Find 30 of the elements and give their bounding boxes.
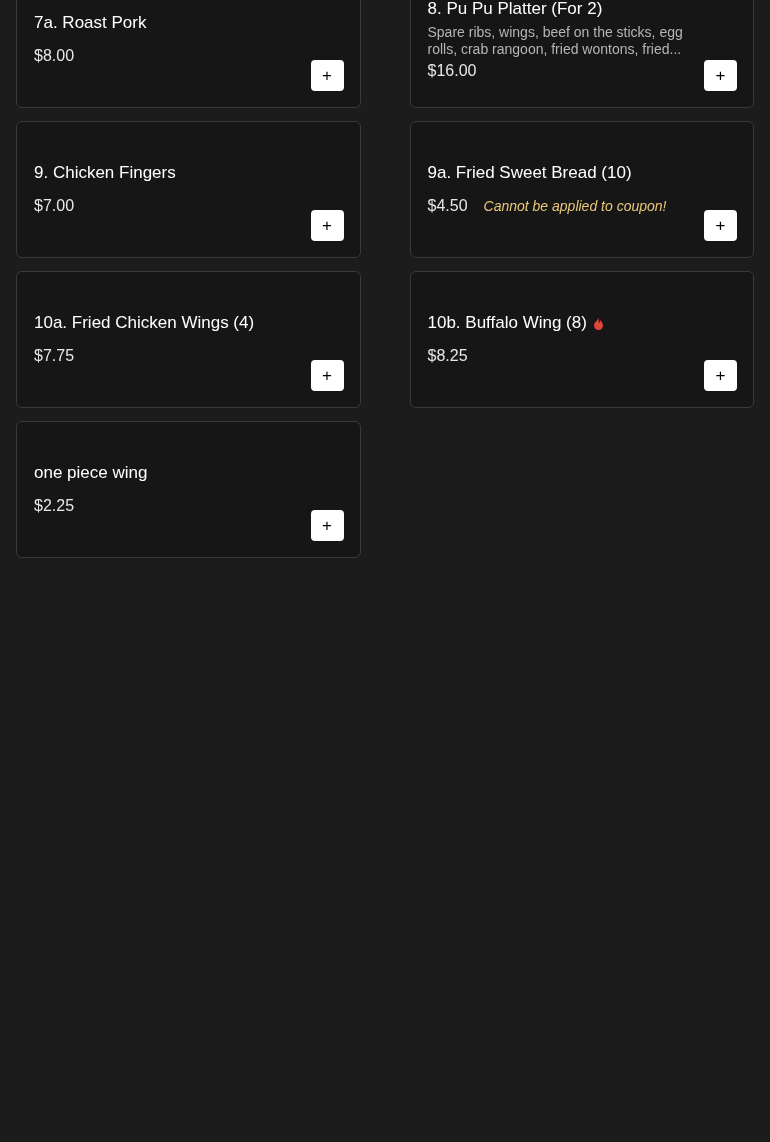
item-price: $4.50 xyxy=(427,196,468,216)
coupon-note: Cannot be applied to coupon! xyxy=(483,196,667,216)
menu-item-card[interactable]: 9a. Fried Sweet Bread (10) $4.50 Cannot be applied to coupon! + xyxy=(409,121,754,258)
item-price: $8.25 xyxy=(427,346,468,366)
item-price: $8.00 xyxy=(34,46,75,66)
add-button[interactable]: + xyxy=(310,60,344,91)
add-button[interactable]: + xyxy=(310,510,344,541)
item-price: $2.25 xyxy=(34,496,75,516)
add-button[interactable]: + xyxy=(310,210,344,241)
item-name: 10b. Buffalo Wing (8) xyxy=(427,312,587,334)
menu-item-card[interactable]: 8. Pu Pu Platter (For 2) Spare ribs, wings, beef on the sticks, egg rolls, crab rangoon, fried wontons, fried... $16.00 + xyxy=(409,0,754,108)
add-button[interactable]: + xyxy=(310,360,344,391)
item-name: 10a. Fried Chicken Wings (4) xyxy=(34,312,255,334)
item-name: 9a. Fried Sweet Bread (10) xyxy=(427,162,632,184)
item-price: $16.00 xyxy=(427,60,477,81)
menu-item-card[interactable]: one piece wing $2.25 + xyxy=(16,421,361,558)
menu-item-card[interactable]: 10b. Buffalo Wing (8) $8.25 + xyxy=(409,271,754,408)
add-button[interactable]: + xyxy=(704,210,737,241)
add-button[interactable]: + xyxy=(704,60,737,91)
item-description: Spare ribs, wings, beef on the sticks, egg rolls, crab rangoon, fried wontons, fried... xyxy=(427,23,684,58)
item-name: 9. Chicken Fingers xyxy=(34,162,176,184)
add-button[interactable]: + xyxy=(704,360,737,391)
item-price: $7.00 xyxy=(34,196,75,216)
item-name: one piece wing xyxy=(34,462,148,484)
item-price: $7.75 xyxy=(34,346,75,366)
menu-item-card[interactable]: 10a. Fried Chicken Wings (4) $7.75 + xyxy=(16,271,361,408)
item-name: 8. Pu Pu Platter (For 2) xyxy=(427,0,603,20)
item-name: 7a. Roast Pork xyxy=(34,12,147,34)
menu-item-card[interactable]: 9. Chicken Fingers $7.00 + xyxy=(16,121,361,258)
menu-item-card[interactable]: 7a. Roast Pork $8.00 + xyxy=(16,0,361,108)
